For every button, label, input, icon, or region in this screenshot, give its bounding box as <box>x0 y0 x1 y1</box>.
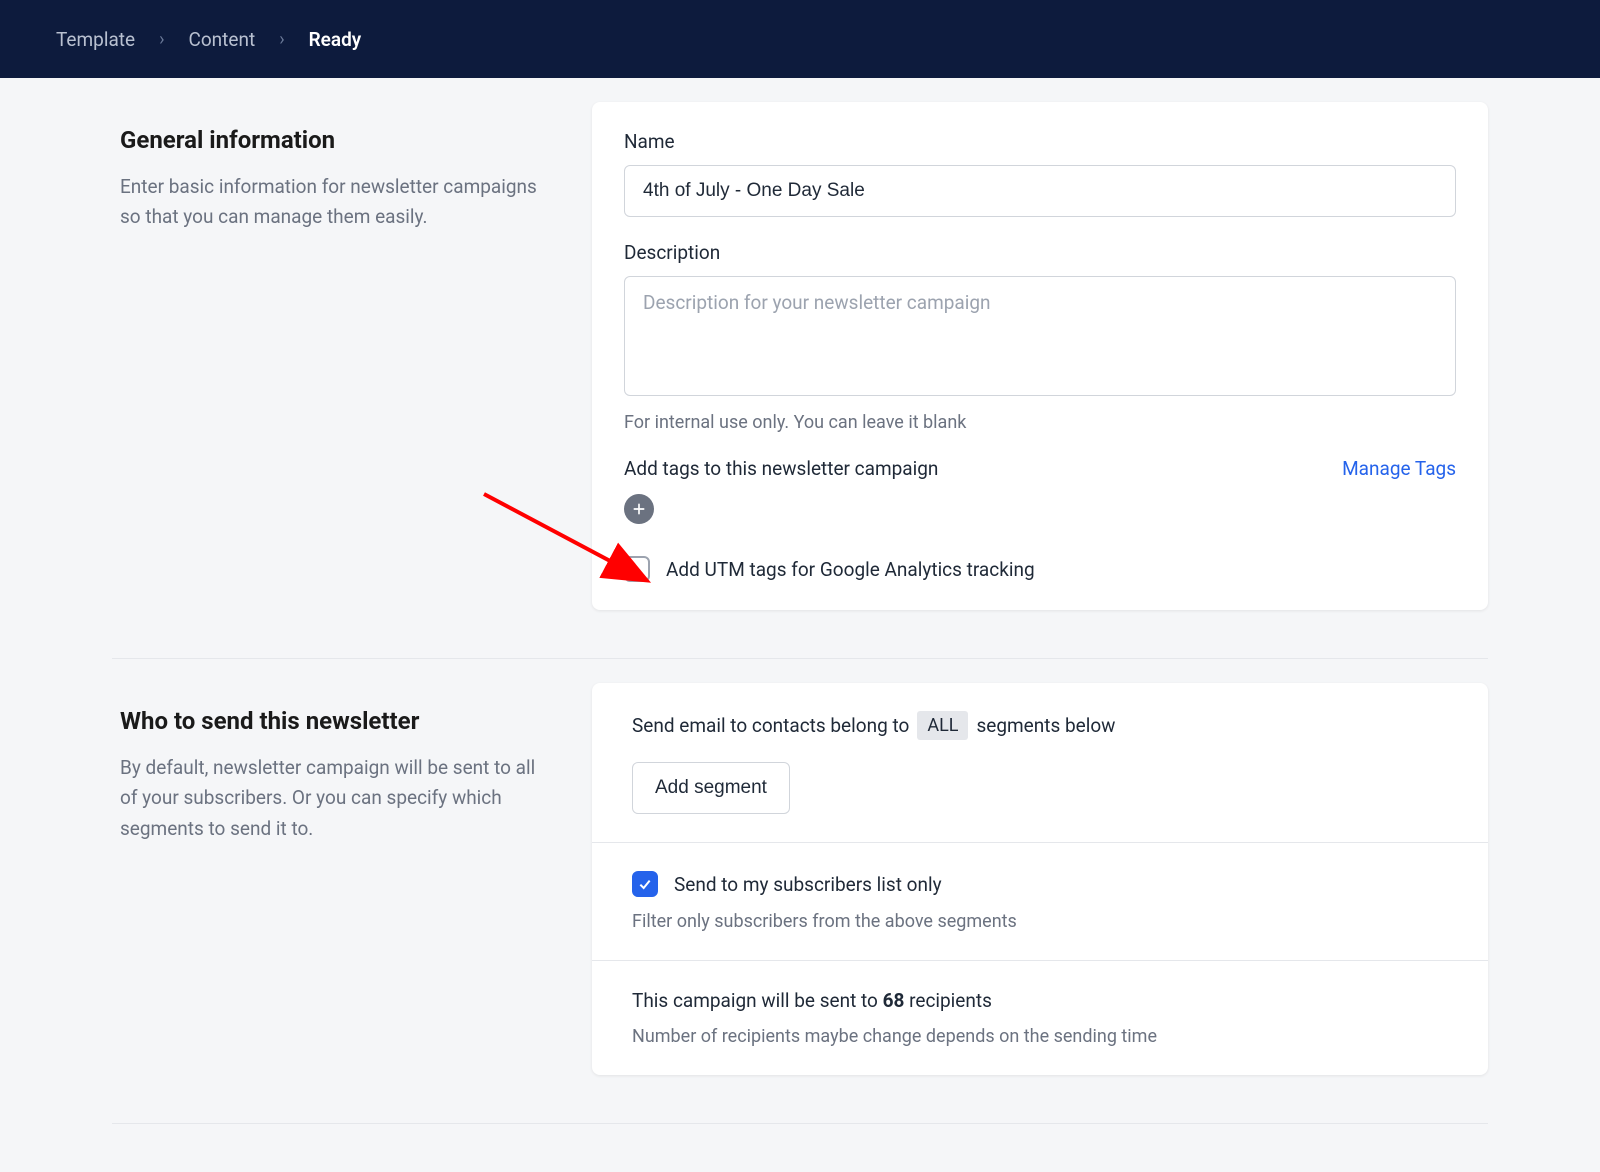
plus-icon <box>631 501 647 517</box>
name-label: Name <box>624 130 1456 153</box>
manage-tags-link[interactable]: Manage Tags <box>1342 457 1456 480</box>
section-audience-right: Send email to contacts belong to ALL seg… <box>592 683 1488 1075</box>
utm-checkbox[interactable] <box>624 556 650 582</box>
section-audience: Who to send this newsletter By default, … <box>112 683 1488 1099</box>
audience-description: By default, newsletter campaign will be … <box>120 753 552 844</box>
recipients-block: This campaign will be sent to 68 recipie… <box>592 961 1488 1075</box>
section-general-left: General information Enter basic informat… <box>112 102 552 610</box>
breadcrumb-content[interactable]: Content <box>188 28 255 51</box>
section-general-right: Name Description For internal use only. … <box>592 102 1488 610</box>
recipients-count: 68 <box>883 989 905 1012</box>
segment-selector-block: Send email to contacts belong to ALL seg… <box>592 683 1488 843</box>
top-bar: Template › Content › Ready <box>0 0 1600 78</box>
segment-suffix: segments below <box>976 714 1115 737</box>
utm-checkbox-label: Add UTM tags for Google Analytics tracki… <box>666 558 1035 581</box>
recipients-suffix: recipients <box>909 989 992 1012</box>
recipients-text: This campaign will be sent to 68 recipie… <box>632 989 1448 1012</box>
subscribers-checkbox-label: Send to my subscribers list only <box>674 873 942 896</box>
tags-label: Add tags to this newsletter campaign <box>624 457 938 480</box>
general-card: Name Description For internal use only. … <box>592 102 1488 610</box>
section-general: General information Enter basic informat… <box>112 102 1488 634</box>
segment-prefix: Send email to contacts belong to <box>632 714 909 737</box>
description-textarea[interactable] <box>624 276 1456 396</box>
section-divider <box>112 658 1488 659</box>
subscribers-hint: Filter only subscribers from the above s… <box>632 911 1448 932</box>
add-tag-button[interactable] <box>624 494 654 524</box>
recipients-hint: Number of recipients maybe change depend… <box>632 1026 1448 1047</box>
check-icon <box>637 876 653 892</box>
chevron-right-icon: › <box>159 29 164 50</box>
add-segment-button[interactable]: Add segment <box>632 762 790 814</box>
breadcrumb: Template › Content › Ready <box>56 28 361 51</box>
name-input[interactable] <box>624 165 1456 217</box>
general-title: General information <box>120 126 552 154</box>
audience-title: Who to send this newsletter <box>120 707 552 735</box>
chevron-right-icon: › <box>279 29 284 50</box>
breadcrumb-ready[interactable]: Ready <box>309 28 362 51</box>
description-hint: For internal use only. You can leave it … <box>624 412 1456 433</box>
section-divider-bottom <box>112 1123 1488 1124</box>
utm-checkbox-row: Add UTM tags for Google Analytics tracki… <box>624 556 1456 582</box>
general-description: Enter basic information for newsletter c… <box>120 172 552 233</box>
recipients-prefix: This campaign will be sent to <box>632 989 878 1012</box>
audience-card: Send email to contacts belong to ALL seg… <box>592 683 1488 1075</box>
description-label: Description <box>624 241 1456 264</box>
name-field-group: Name <box>624 130 1456 217</box>
subscribers-checkbox-row: Send to my subscribers list only <box>632 871 1448 897</box>
tags-row: Add tags to this newsletter campaign Man… <box>624 457 1456 480</box>
section-audience-left: Who to send this newsletter By default, … <box>112 683 552 1075</box>
segment-text: Send email to contacts belong to ALL seg… <box>632 711 1448 740</box>
page-content: General information Enter basic informat… <box>112 78 1488 1172</box>
subscribers-checkbox[interactable] <box>632 871 658 897</box>
breadcrumb-template[interactable]: Template <box>56 28 135 51</box>
description-field-group: Description For internal use only. You c… <box>624 241 1456 433</box>
subscribers-only-block: Send to my subscribers list only Filter … <box>592 843 1488 961</box>
segment-all-badge[interactable]: ALL <box>917 711 968 740</box>
